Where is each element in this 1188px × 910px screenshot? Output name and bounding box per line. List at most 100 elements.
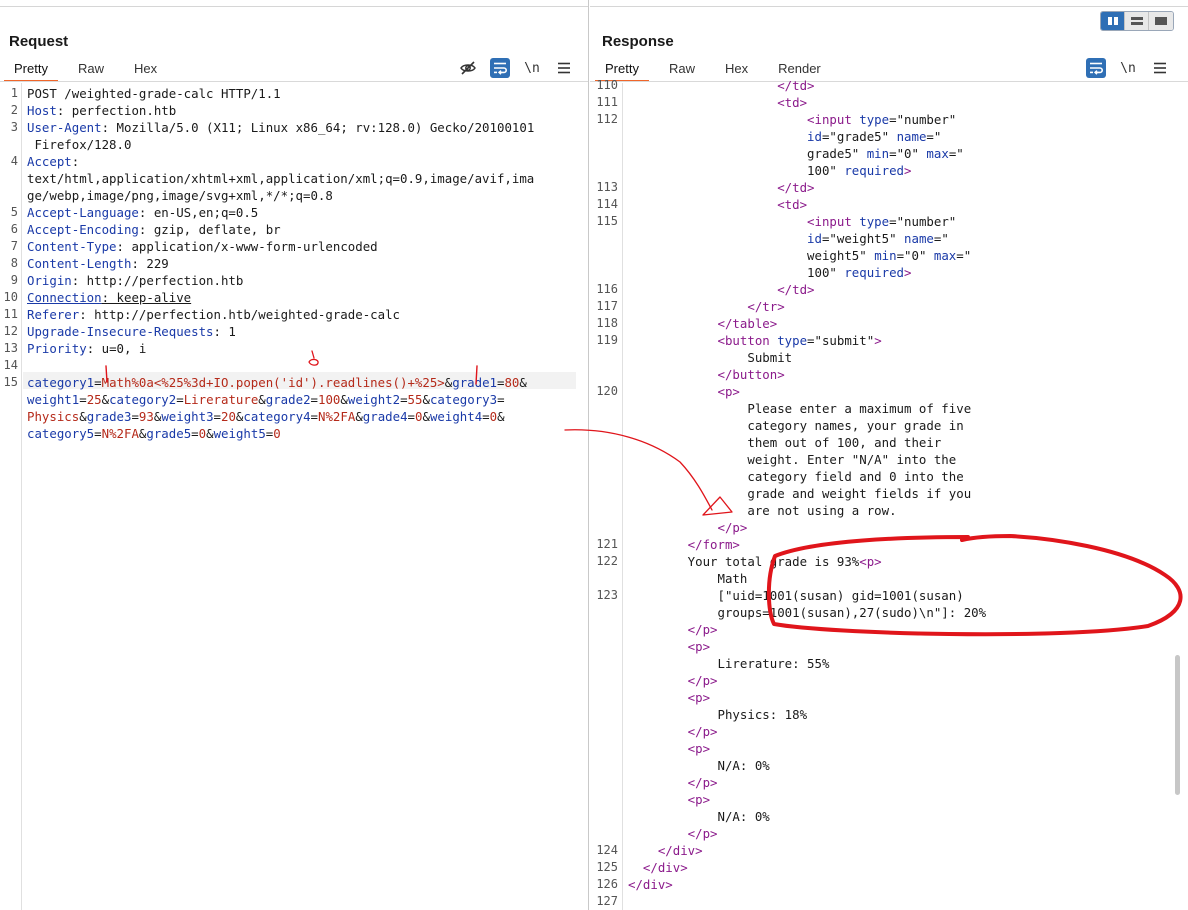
wrap-lines-icon[interactable] — [490, 58, 510, 78]
code-token: N%2FA — [318, 409, 356, 424]
code-token: Please enter a maximum of five — [628, 400, 972, 416]
newline-toggle-button[interactable]: \n — [522, 58, 542, 78]
code-token: = — [497, 392, 505, 407]
response-code-line: </p> — [590, 825, 1188, 842]
response-line-code: <input type="number" — [628, 213, 956, 230]
code-token: type — [859, 111, 890, 127]
request-line-number: 5 — [10, 205, 18, 219]
response-code-line: </p> — [590, 672, 1188, 689]
code-token: Origin — [27, 273, 72, 288]
code-token: <p> — [628, 791, 711, 807]
code-token: Physics: 18% — [628, 706, 808, 722]
request-tab-raw[interactable]: Raw — [68, 58, 114, 82]
response-code-line: </p> — [590, 621, 1188, 638]
request-pane: Request Pretty Raw Hex \n 1 POST /weighte… — [0, 0, 589, 910]
code-token: : application/x-www-form-urlencoded — [116, 239, 378, 254]
code-token: 25 — [86, 392, 102, 407]
response-code-line: 100" required> — [590, 264, 1188, 281]
code-token: ="grade5" — [821, 128, 897, 144]
response-code-line: weight. Enter "N/A" into the — [590, 451, 1188, 468]
split-horizontal-icon[interactable] — [1101, 12, 1125, 30]
response-line-number: 125 — [596, 859, 618, 874]
response-editor[interactable]: 110 </td> 111 <td> 112 <input type="number… — [590, 78, 1188, 910]
code-token: category3 — [429, 392, 498, 407]
code-token: Host — [27, 103, 57, 118]
response-line-code: <button type="submit"> — [628, 332, 882, 349]
response-line-code: category names, your grade in — [628, 417, 963, 434]
code-token: ="number" — [889, 213, 957, 229]
menu-icon[interactable] — [1150, 58, 1170, 78]
code-token: grade4 — [362, 409, 408, 424]
response-scrollbar[interactable] — [1175, 655, 1180, 795]
code-token: = — [191, 426, 199, 441]
response-line-code: </p> — [628, 774, 718, 791]
request-code-line: text/html,application/xhtml+xml,applicat… — [0, 170, 588, 187]
request-line-code: Connection: keep-alive — [27, 289, 191, 306]
response-code-line: 117 </tr> — [590, 298, 1188, 315]
code-token: = — [94, 375, 102, 390]
response-code-line: 115 <input type="number" — [590, 213, 1188, 230]
code-token: Your total grade is 93% — [628, 553, 860, 569]
code-token: </p> — [628, 621, 718, 637]
code-token: type — [777, 332, 808, 348]
code-token: weight5 — [213, 426, 266, 441]
code-token: Priority — [27, 341, 87, 356]
code-token: <p> — [628, 689, 711, 705]
response-line-number: 111 — [596, 94, 618, 109]
hide-eye-icon[interactable] — [458, 58, 478, 78]
response-code-line: 111 <td> — [590, 94, 1188, 111]
response-code-line: weight5" min="0" max=" — [590, 247, 1188, 264]
menu-icon[interactable] — [554, 58, 574, 78]
response-line-code: </table> — [628, 315, 778, 332]
request-line-number: 11 — [3, 307, 18, 321]
response-code-line: 100" required> — [590, 162, 1188, 179]
response-code-line: 118 </table> — [590, 315, 1188, 332]
code-token: groups=1001(susan),27(sudo)\n"]: 20% — [628, 604, 987, 620]
code-token: </div> — [628, 842, 703, 858]
request-code-line: 1 POST /weighted-grade-calc HTTP/1.1 — [0, 85, 588, 102]
response-code-line: 110 </td> — [590, 77, 1188, 94]
code-token: = — [94, 426, 102, 441]
code-token: Submit — [628, 349, 793, 365]
request-line-code: Upgrade-Insecure-Requests: 1 — [27, 323, 236, 340]
newline-toggle-button[interactable]: \n — [1118, 58, 1138, 78]
code-token: <input — [628, 111, 860, 127]
response-code-line: <p> — [590, 689, 1188, 706]
response-code-line: <p> — [590, 740, 1188, 757]
request-tab-pretty[interactable]: Pretty — [4, 58, 58, 82]
code-token: : keep-alive — [101, 290, 192, 305]
response-line-code: </td> — [628, 281, 814, 298]
code-token: category5 — [27, 426, 95, 441]
code-token: Accept-Language — [27, 205, 139, 220]
request-code-line: 12 Upgrade-Insecure-Requests: 1 — [0, 323, 588, 340]
code-token: Physics — [27, 409, 80, 424]
response-line-number: 121 — [596, 536, 618, 551]
code-token: Lirerature: 55% — [628, 655, 830, 671]
response-line-code: grade5" min="0" max=" — [628, 145, 964, 162]
request-tab-hex[interactable]: Hex — [124, 58, 167, 82]
response-line-code: 100" required> — [628, 264, 911, 281]
request-line-code: User-Agent: Mozilla/5.0 (X11; Linux x86_… — [27, 119, 534, 136]
request-code-line: ge/webp,image/png,image/svg+xml,*/*;q=0.… — [0, 187, 588, 204]
code-token: </p> — [628, 774, 718, 790]
response-code-line: 119 <button type="submit"> — [590, 332, 1188, 349]
response-code-line: <p> — [590, 791, 1188, 808]
request-code-line: 15 category1=Math%0a<%25%3d+IO.popen('id'… — [0, 374, 588, 391]
request-editor[interactable]: 1 POST /weighted-grade-calc HTTP/1.1 2 Host… — [0, 83, 588, 910]
response-line-code: Submit — [628, 349, 792, 366]
response-code-line: them out of 100, and their — [590, 434, 1188, 451]
code-token: max — [926, 145, 949, 161]
wrap-lines-icon[interactable] — [1086, 58, 1106, 78]
code-token: > — [904, 162, 912, 178]
request-line-number: 14 — [3, 358, 18, 372]
code-token: grade5" — [628, 145, 867, 161]
response-line-code: </form> — [628, 536, 740, 553]
code-token: ="submit" — [807, 332, 875, 348]
response-line-number: 119 — [596, 332, 618, 347]
response-line-number: 124 — [596, 842, 618, 857]
split-vertical-icon[interactable] — [1125, 12, 1149, 30]
response-code-line: Submit — [590, 349, 1188, 366]
single-pane-icon[interactable] — [1149, 12, 1173, 30]
response-code-line: Physics: 18% — [590, 706, 1188, 723]
response-line-code: 100" required> — [628, 162, 912, 179]
